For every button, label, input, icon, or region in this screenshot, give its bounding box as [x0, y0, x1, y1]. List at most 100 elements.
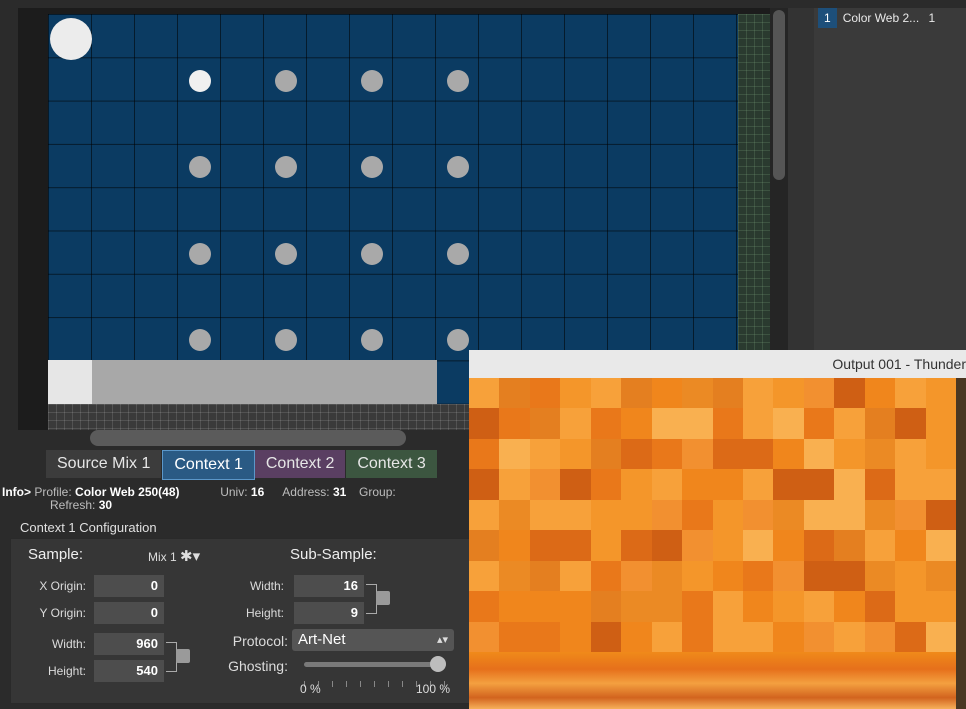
- output-pixel: [864, 591, 896, 622]
- output-pixel: [742, 408, 774, 439]
- output-pixel: [651, 621, 683, 652]
- sample-value: Mix 1: [148, 550, 177, 564]
- output-pixel: [834, 469, 865, 500]
- height-field[interactable]: 540: [94, 660, 164, 682]
- output-pixel: [925, 438, 956, 470]
- output-pixel: [864, 469, 896, 500]
- ghosting-min-label: 0 %: [300, 682, 321, 696]
- output-pixel: [590, 378, 622, 409]
- fixture-dot[interactable]: [189, 156, 211, 178]
- output-pixel: [895, 469, 926, 500]
- protocol-value: Art-Net: [298, 631, 346, 648]
- output-pixel: [925, 621, 956, 652]
- output-pixel: [742, 591, 774, 622]
- output-pixel: [712, 560, 743, 592]
- output-pixel: [529, 530, 561, 561]
- fixture-dot[interactable]: [361, 243, 383, 265]
- output-pixel: [712, 408, 743, 439]
- fixture-dot[interactable]: [447, 243, 469, 265]
- output-pixel: [469, 408, 500, 439]
- output-pixel: [682, 530, 713, 561]
- output-pixel: [469, 560, 500, 592]
- univ-label: Univ:: [220, 485, 248, 499]
- sample-region-bar[interactable]: [92, 360, 437, 404]
- fixture-dot[interactable]: [275, 70, 297, 92]
- output-pixel: [651, 530, 683, 561]
- grid-overflow-right: [738, 14, 770, 404]
- gear-icon[interactable]: ✱▾: [180, 548, 200, 565]
- height-label: Height:: [47, 664, 86, 678]
- fixture-dot[interactable]: [189, 243, 211, 265]
- fixture-dot[interactable]: [275, 243, 297, 265]
- fixture-dot[interactable]: [447, 329, 469, 351]
- fixture-dot[interactable]: [189, 329, 211, 351]
- lock-icon[interactable]: [176, 649, 190, 663]
- fixture-dot[interactable]: [447, 156, 469, 178]
- output-pixel: [773, 378, 804, 409]
- sample-region-corner[interactable]: [48, 360, 92, 404]
- subsample-height-field[interactable]: 9: [294, 602, 364, 624]
- output-pixel: [590, 591, 622, 622]
- x-origin-field[interactable]: 0: [94, 575, 164, 597]
- fixture-dot[interactable]: [275, 329, 297, 351]
- output-pixel: [803, 469, 835, 500]
- horizontal-scroll-thumb[interactable]: [90, 430, 406, 446]
- output-pixel: [803, 560, 835, 592]
- ghosting-tick: [388, 681, 389, 687]
- output-pixel: [590, 621, 622, 652]
- output-pixel: [803, 621, 835, 652]
- output-pixel: [895, 621, 926, 652]
- fixture-list-row[interactable]: 1 Color Web 2... 1: [818, 8, 935, 28]
- output-pixel: [742, 378, 774, 409]
- tab-context-1[interactable]: Context 1: [162, 450, 255, 480]
- output-pixel: [651, 591, 683, 622]
- output-pixel: [712, 591, 743, 622]
- fixture-dot[interactable]: [361, 156, 383, 178]
- y-origin-field[interactable]: 0: [94, 602, 164, 624]
- vertical-scroll-thumb[interactable]: [773, 10, 785, 180]
- output-pixel: [834, 591, 865, 622]
- output-pixel: [864, 560, 896, 592]
- output-window-title[interactable]: Output 001 - Thunder: [469, 350, 966, 378]
- ghosting-tick: [332, 681, 333, 687]
- sample-select[interactable]: Mix 1 ✱▾: [148, 547, 200, 565]
- output-pixel: [682, 408, 713, 439]
- fixture-dot[interactable]: [361, 70, 383, 92]
- fixture-dot[interactable]: [447, 70, 469, 92]
- fixture-dot[interactable]: [189, 70, 211, 92]
- tab-source-mix-1[interactable]: Source Mix 1: [46, 450, 163, 478]
- output-pixel: [834, 499, 865, 531]
- univ-value: 16: [250, 485, 265, 499]
- width-field[interactable]: 960: [94, 633, 164, 655]
- lock-icon[interactable]: [376, 591, 390, 605]
- fixture-name: Color Web 2...: [842, 11, 920, 25]
- output-pixel: [469, 499, 500, 531]
- info-prefix: Info>: [2, 485, 31, 499]
- ghosting-tick: [374, 681, 375, 687]
- output-pixel: [773, 438, 804, 470]
- fixture-dot[interactable]: [361, 329, 383, 351]
- output-pixel: [834, 378, 865, 409]
- subsample-width-field[interactable]: 16: [294, 575, 364, 597]
- pixel-grid[interactable]: [48, 14, 738, 404]
- tab-context-2[interactable]: Context 2: [254, 450, 347, 478]
- profile-label: Profile:: [34, 485, 72, 499]
- output-pixel: [621, 621, 652, 652]
- output-pixel: [560, 530, 591, 561]
- output-pixel: [864, 378, 896, 409]
- tab-context-3[interactable]: Context 3: [346, 450, 438, 478]
- ghosting-tick: [360, 681, 361, 687]
- ghosting-slider-knob[interactable]: [430, 656, 446, 672]
- ghosting-max-label: 100 %: [416, 682, 451, 696]
- origin-handle[interactable]: [50, 18, 92, 60]
- output-pixel: [621, 408, 652, 439]
- output-pixel: [803, 408, 835, 439]
- output-pixel: [469, 530, 500, 561]
- ghosting-slider-track[interactable]: [304, 662, 446, 667]
- output-pixel: [742, 469, 774, 500]
- output-pixel: [560, 621, 591, 652]
- protocol-select[interactable]: Art-Net ▴▾: [292, 629, 454, 651]
- fixture-dot[interactable]: [275, 156, 297, 178]
- output-pixel: [529, 621, 561, 652]
- updown-arrows-icon: ▴▾: [436, 634, 448, 646]
